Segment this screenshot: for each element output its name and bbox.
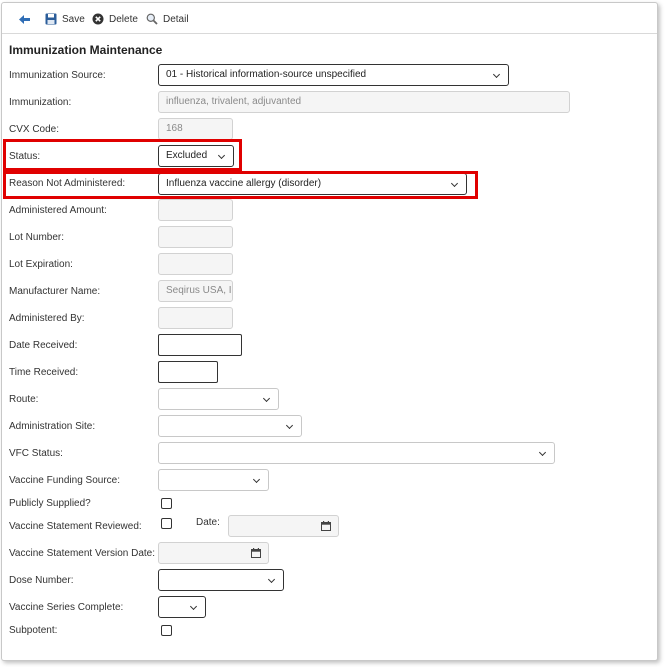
status-value: Excluded bbox=[166, 150, 208, 161]
administered-by-label: Administered By: bbox=[9, 313, 85, 324]
delete-label: Delete bbox=[109, 13, 138, 25]
vaccine-statement-version-date-label: Vaccine Statement Version Date: bbox=[9, 548, 156, 559]
vaccine-series-complete-select[interactable] bbox=[158, 596, 206, 618]
time-received-label: Time Received: bbox=[9, 367, 79, 378]
vaccine-statement-reviewed-checkbox[interactable] bbox=[161, 518, 172, 529]
subpotent-checkbox[interactable] bbox=[161, 625, 172, 636]
calendar-icon[interactable] bbox=[321, 521, 331, 531]
statement-date-label: Date: bbox=[196, 517, 220, 528]
chevron-down-icon bbox=[267, 575, 276, 584]
immunization-source-select[interactable]: 01 - Historical information-source unspe… bbox=[158, 64, 509, 86]
chevron-down-icon bbox=[450, 179, 459, 188]
immunization-field[interactable]: influenza, trivalent, adjuvanted bbox=[158, 91, 570, 113]
reason-not-administered-select[interactable]: Influenza vaccine allergy (disorder) bbox=[158, 173, 467, 195]
toolbar: Save Delete Detail bbox=[2, 3, 657, 34]
vaccine-series-complete-label: Vaccine Series Complete: bbox=[9, 602, 124, 613]
lot-number-field[interactable] bbox=[158, 226, 233, 248]
administered-amount-label: Administered Amount: bbox=[9, 205, 107, 216]
vaccine-funding-source-select[interactable] bbox=[158, 469, 269, 491]
status-label: Status: bbox=[9, 151, 41, 162]
floppy-disk-icon bbox=[45, 13, 57, 25]
route-label: Route: bbox=[9, 394, 39, 405]
cvx-code-label: CVX Code: bbox=[9, 124, 60, 135]
date-received-input[interactable] bbox=[158, 334, 242, 356]
administered-by-field[interactable] bbox=[158, 307, 233, 329]
publicly-supplied-checkbox[interactable] bbox=[161, 498, 172, 509]
vfc-status-label: VFC Status: bbox=[9, 448, 63, 459]
save-button[interactable]: Save bbox=[45, 12, 85, 26]
immunization-maintenance-window: Save Delete Detail Immunization Maintena… bbox=[1, 2, 658, 661]
immunization-source-value: 01 - Historical information-source unspe… bbox=[166, 69, 367, 80]
chevron-down-icon bbox=[262, 394, 271, 403]
chevron-down-icon bbox=[492, 70, 501, 79]
chevron-down-icon bbox=[217, 151, 226, 160]
reason-not-administered-label: Reason Not Administered: bbox=[9, 178, 126, 189]
vaccine-statement-reviewed-label: Vaccine Statement Reviewed: bbox=[9, 521, 142, 532]
time-received-input[interactable] bbox=[158, 361, 218, 383]
immunization-source-label: Immunization Source: bbox=[9, 70, 106, 81]
date-received-label: Date Received: bbox=[9, 340, 78, 351]
publicly-supplied-label: Publicly Supplied? bbox=[9, 498, 91, 509]
magnifier-icon bbox=[146, 13, 158, 25]
back-arrow-icon bbox=[19, 14, 30, 24]
administered-amount-field[interactable] bbox=[158, 199, 233, 221]
lot-expiration-field[interactable] bbox=[158, 253, 233, 275]
manufacturer-name-value: Seqirus USA, I bbox=[166, 285, 232, 296]
chevron-down-icon bbox=[538, 448, 547, 457]
chevron-down-icon bbox=[189, 602, 198, 611]
reason-not-administered-value: Influenza vaccine allergy (disorder) bbox=[166, 178, 322, 189]
cvx-code-field[interactable]: 168 bbox=[158, 118, 233, 140]
page-title: Immunization Maintenance bbox=[9, 43, 163, 57]
vaccine-funding-source-label: Vaccine Funding Source: bbox=[9, 475, 120, 486]
status-select[interactable]: Excluded bbox=[158, 145, 234, 167]
back-button[interactable] bbox=[19, 12, 30, 26]
detail-label: Detail bbox=[163, 13, 189, 25]
cvx-code-value: 168 bbox=[166, 123, 183, 134]
immunization-value: influenza, trivalent, adjuvanted bbox=[166, 96, 302, 107]
detail-button[interactable]: Detail bbox=[146, 12, 189, 26]
administration-site-select[interactable] bbox=[158, 415, 302, 437]
lot-expiration-label: Lot Expiration: bbox=[9, 259, 73, 270]
statement-date-input[interactable] bbox=[228, 515, 339, 537]
vfc-status-select[interactable] bbox=[158, 442, 555, 464]
subpotent-label: Subpotent: bbox=[9, 625, 58, 636]
route-select[interactable] bbox=[158, 388, 279, 410]
delete-button[interactable]: Delete bbox=[92, 12, 138, 26]
lot-number-label: Lot Number: bbox=[9, 232, 65, 243]
delete-circle-icon bbox=[92, 13, 104, 25]
save-label: Save bbox=[62, 13, 85, 25]
dose-number-label: Dose Number: bbox=[9, 575, 74, 586]
dose-number-select[interactable] bbox=[158, 569, 284, 591]
chevron-down-icon bbox=[285, 421, 294, 430]
immunization-label: Immunization: bbox=[9, 97, 72, 108]
chevron-down-icon bbox=[252, 475, 261, 484]
manufacturer-name-field[interactable]: Seqirus USA, I bbox=[158, 280, 233, 302]
calendar-icon[interactable] bbox=[251, 548, 261, 558]
manufacturer-name-label: Manufacturer Name: bbox=[9, 286, 101, 297]
administration-site-label: Administration Site: bbox=[9, 421, 96, 432]
vaccine-statement-version-date-input[interactable] bbox=[158, 542, 269, 564]
